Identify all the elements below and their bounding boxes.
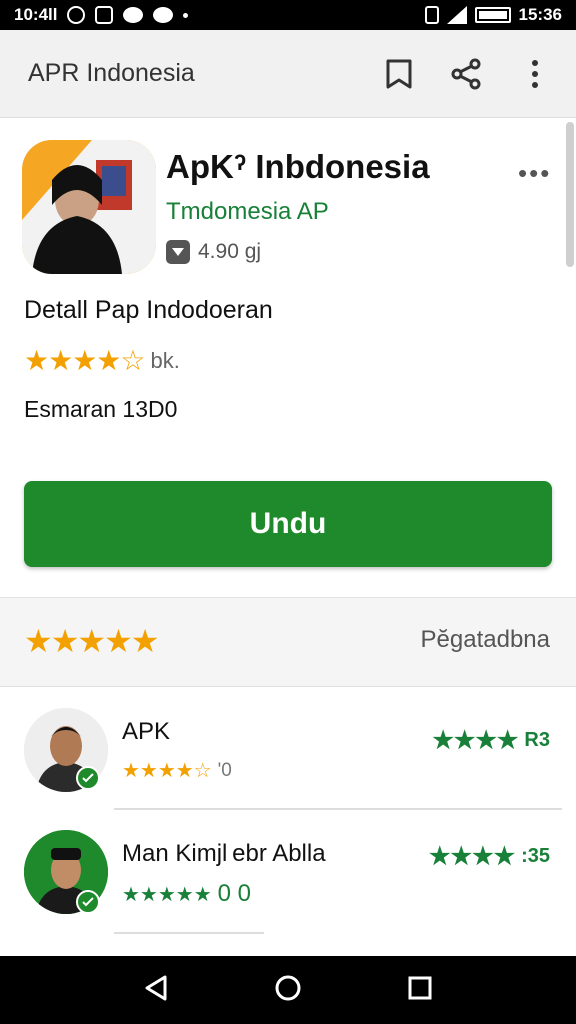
bookmark-button[interactable] (374, 49, 424, 99)
home-button[interactable] (274, 974, 302, 1007)
review-name: APK (122, 718, 171, 745)
scrollbar[interactable] (566, 122, 574, 267)
review-right-stars: ★★★★ (429, 843, 516, 870)
summary-stars: ★★★★★ (24, 623, 159, 659)
review-stars: ★★★★☆ (122, 760, 212, 782)
back-icon (145, 975, 167, 1000)
review-sub-text: '0 (217, 759, 232, 781)
more-button[interactable] (510, 49, 560, 99)
notification-icon (67, 6, 86, 24)
sync-icon (153, 7, 174, 23)
size-text: Esmaran 13D0 (24, 396, 178, 422)
home-icon (275, 975, 301, 1000)
back-button[interactable] (143, 974, 169, 1007)
review-divider (114, 808, 562, 810)
review-right: ★★★★ :35 (429, 842, 550, 871)
install-button[interactable]: Undu (24, 481, 552, 567)
review-divider (114, 932, 264, 934)
summary-link[interactable]: Pĕgatadbna (421, 626, 550, 654)
review-right-text: R3 (524, 729, 550, 751)
developer-link[interactable]: Tmdomesia AP (166, 198, 329, 226)
vibrate-icon (424, 6, 439, 24)
review-right-text: :35 (521, 845, 550, 867)
rating-suffix: bk. (150, 347, 180, 373)
navigation-bar (0, 956, 576, 1024)
status-left-text: 10:4ll (14, 5, 58, 24)
content-rating-icon (166, 240, 190, 264)
app-bar-title: APR Indonesia (28, 59, 195, 87)
share-button[interactable] (442, 49, 492, 99)
dot-icon (183, 12, 189, 18)
rating-row: ★★★★☆ bk. (24, 344, 180, 377)
battery-icon (474, 7, 511, 23)
review-sub: ★★★★★ 0 0 (122, 880, 251, 908)
review-right: ★★★★ R3 (432, 726, 550, 755)
share-icon (451, 58, 481, 89)
meta-text: 4.90 gj (198, 240, 262, 263)
review-right-stars: ★★★★ (432, 727, 519, 754)
review-item[interactable]: Man Kimjl ebr Ablla ★★★★★ 0 0 ★★★★ :35 (0, 820, 576, 940)
app-meta: 4.90 gj (166, 240, 261, 264)
verified-icon (76, 890, 100, 914)
signal-icon (446, 6, 467, 24)
details-title: Detall Pap Indodoeran (24, 296, 273, 324)
status-time: 15:36 (518, 5, 562, 24)
review-sub-text: 0 0 (217, 880, 252, 907)
bookmark-icon (386, 59, 412, 88)
app-name: ApKˀ Inbdonesia (166, 148, 430, 185)
status-bar: 10:4ll 15:36 (0, 0, 576, 30)
review-stars: ★★★★★ (122, 883, 212, 906)
app-icon-image (22, 140, 156, 274)
recents-button[interactable] (407, 975, 433, 1006)
review-sub: ★★★★☆ '0 (122, 758, 232, 783)
more-vert-icon (532, 59, 538, 88)
message-icon (95, 6, 114, 24)
verified-icon (76, 766, 100, 790)
recents-icon (408, 976, 432, 999)
review-item[interactable]: APK ★★★★☆ '0 ★★★★ R3 (0, 700, 576, 820)
app-overflow-button[interactable]: ••• (518, 158, 551, 189)
rating-stars: ★★★★☆ (24, 345, 146, 376)
chat-icon (123, 7, 144, 23)
review-name: Man Kimjl ebr Ablla (122, 840, 326, 867)
ratings-summary: ★★★★★ Pĕgatadbna (0, 597, 576, 687)
app-bar: APR Indonesia (0, 30, 576, 118)
app-icon (22, 140, 156, 274)
